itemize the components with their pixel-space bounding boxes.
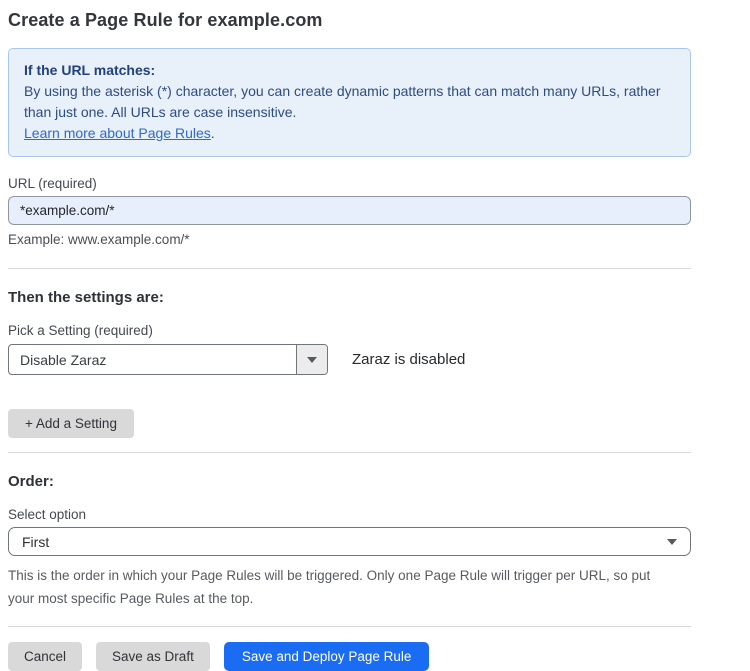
cancel-button[interactable]: Cancel <box>8 642 82 671</box>
order-section-heading: Order: <box>8 473 691 490</box>
url-input[interactable] <box>8 196 691 225</box>
form-actions: Cancel Save as Draft Save and Deploy Pag… <box>8 642 691 671</box>
dropdown-arrow-icon <box>307 357 317 363</box>
link-suffix: . <box>211 125 215 141</box>
info-box-body: By using the asterisk (*) character, you… <box>24 81 675 123</box>
dropdown-arrow-icon <box>667 539 677 545</box>
order-help-text: This is the order in which your Page Rul… <box>8 564 678 610</box>
order-select-label: Select option <box>8 507 691 522</box>
info-box-link-line: Learn more about Page Rules. <box>24 123 675 144</box>
order-select-value: First <box>22 534 667 550</box>
url-matches-info-box: If the URL matches: By using the asteris… <box>8 48 691 157</box>
settings-section-heading: Then the settings are: <box>8 289 691 306</box>
page-rule-form: Create a Page Rule for example.com If th… <box>8 0 691 671</box>
order-select[interactable]: First <box>8 527 691 556</box>
save-and-deploy-button[interactable]: Save and Deploy Page Rule <box>224 642 430 671</box>
save-as-draft-button[interactable]: Save as Draft <box>96 642 210 671</box>
info-box-heading: If the URL matches: <box>24 60 675 81</box>
url-field-hint: Example: www.example.com/* <box>8 232 691 247</box>
page-title: Create a Page Rule for example.com <box>8 10 691 31</box>
url-field-label: URL (required) <box>8 176 691 191</box>
setting-select[interactable]: Disable Zaraz <box>8 344 328 375</box>
setting-status-text: Zaraz is disabled <box>352 351 465 368</box>
learn-more-link[interactable]: Learn more about Page Rules <box>24 125 211 141</box>
setting-select-button[interactable] <box>296 345 327 374</box>
divider <box>8 626 691 627</box>
setting-row: Disable Zaraz Zaraz is disabled <box>8 344 691 375</box>
divider <box>8 268 691 269</box>
setting-select-value: Disable Zaraz <box>9 345 296 374</box>
divider <box>8 452 691 453</box>
pick-setting-label: Pick a Setting (required) <box>8 323 691 338</box>
add-setting-button[interactable]: + Add a Setting <box>8 409 134 438</box>
